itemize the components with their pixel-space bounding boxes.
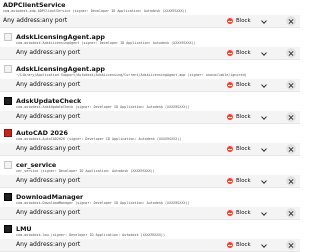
terminal-icon (4, 225, 12, 233)
rule-row[interactable]: Any address:any port Block (0, 175, 300, 188)
remove-rule-button[interactable] (286, 176, 296, 186)
block-icon (227, 178, 233, 184)
remove-rule-button[interactable] (286, 48, 296, 58)
rule-row[interactable]: Any address:any port Block (0, 47, 300, 60)
app-path: com.autodesk.lmu (signer: Developer ID A… (16, 233, 166, 237)
chevron-down-icon[interactable] (261, 18, 267, 24)
rule-action: Block (236, 18, 251, 24)
block-icon (227, 242, 233, 248)
rule-destination: Any address:any port (16, 177, 81, 184)
rule-action: Block (236, 114, 251, 120)
rule-action: Block (236, 50, 251, 56)
chevron-down-icon[interactable] (261, 178, 267, 184)
rule-destination: Any address:any port (16, 145, 81, 152)
chevron-down-icon[interactable] (261, 82, 267, 88)
rule-action: Block (236, 82, 251, 88)
generic-app-icon (4, 65, 12, 73)
chevron-down-icon[interactable] (261, 242, 267, 248)
block-icon (227, 50, 233, 56)
rule-action: Block (236, 178, 251, 184)
rule-action: Block (236, 210, 251, 216)
rule-row[interactable]: Any address:any port Block (0, 79, 300, 92)
block-icon (227, 210, 233, 216)
rule-destination: Any address:any port (16, 81, 81, 88)
rules-list: ADPClientService com.autodesk.adp.ADPCli… (0, 0, 300, 252)
app-path: cer_service (signer: Developer ID Applic… (16, 169, 155, 173)
remove-rule-button[interactable] (286, 144, 296, 154)
block-icon (227, 146, 233, 152)
app-path: ~/Library/Application Support/Autodesk/A… (16, 73, 247, 77)
autocad-icon (4, 129, 12, 137)
app-path: com.autodesk.AdskUpdateCheck (signer: De… (16, 105, 190, 109)
terminal-icon (4, 193, 12, 201)
rule-destination: Any address:any port (16, 49, 81, 56)
remove-rule-button[interactable] (286, 112, 296, 122)
rule-destination: Any address:any port (16, 113, 81, 120)
generic-app-icon (4, 33, 12, 41)
block-icon (227, 82, 233, 88)
rule-row[interactable]: Any address:any port Block (0, 15, 300, 28)
block-icon (227, 18, 233, 24)
chevron-down-icon[interactable] (261, 146, 267, 152)
terminal-icon (4, 97, 12, 105)
rule-row[interactable]: Any address:any port Block (0, 111, 300, 124)
rule-destination: Any address:any port (16, 209, 81, 216)
app-path: com.autodesk.DownloadManager (signer: De… (16, 201, 190, 205)
rule-destination: Any address:any port (3, 17, 68, 24)
generic-app-icon (4, 161, 12, 169)
rule-row[interactable]: Any address:any port Block (0, 207, 300, 220)
rule-row[interactable]: Any address:any port Block (0, 143, 300, 156)
app-path: com.autodesk.adp.ADPClientService (signe… (3, 9, 187, 13)
remove-rule-button[interactable] (286, 16, 296, 26)
remove-rule-button[interactable] (286, 208, 296, 218)
app-path: com.autodesk.AutoCAD2026 (signer: Develo… (16, 137, 182, 141)
rule-row[interactable]: Any address:any port Block (0, 239, 300, 252)
remove-rule-button[interactable] (286, 80, 296, 90)
chevron-down-icon[interactable] (261, 114, 267, 120)
chevron-down-icon[interactable] (261, 50, 267, 56)
block-icon (227, 114, 233, 120)
rule-action: Block (236, 146, 251, 152)
app-path: com.autodesk.AdskLicensingAgent (signer:… (16, 41, 196, 45)
chevron-down-icon[interactable] (261, 210, 267, 216)
